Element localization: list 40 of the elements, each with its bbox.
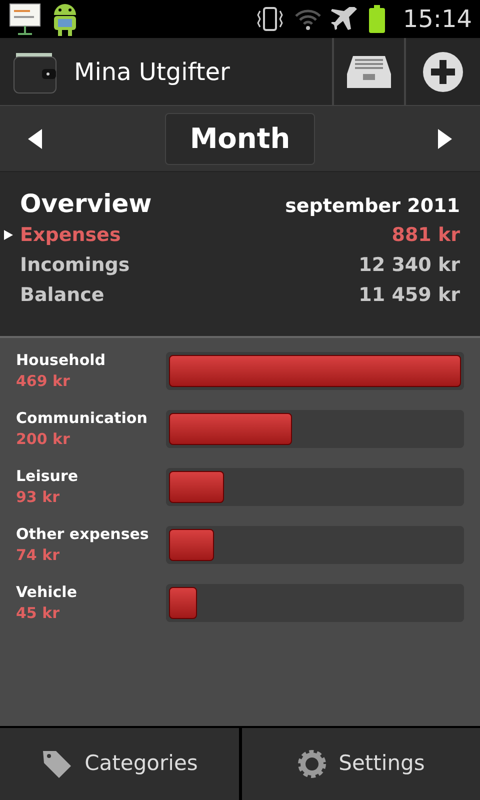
app-title: Mina Utgifter [74,56,230,88]
category-amount: 469 kr [16,371,71,392]
settings-button[interactable]: Settings [242,728,480,800]
next-button[interactable] [436,128,452,148]
inbox-tray-icon [345,54,393,90]
category-name: Other expenses [16,524,150,544]
settings-icon [296,749,327,779]
wifi-icon [292,7,323,31]
category-name: Communication [16,408,148,428]
overview-period: september 2011 [285,194,460,218]
vibrate-icon [254,7,285,31]
plus-icon [422,50,464,92]
row-label: Incomings [20,252,130,278]
category-name: Leisure [16,466,80,486]
row-amount: 881 kr [392,222,460,248]
row-label: Expenses [20,222,121,248]
battery-icon [366,5,387,33]
category-amount: 45 kr [16,603,60,624]
category-amount: 200 kr [16,429,71,450]
category-name: Vehicle [16,582,78,602]
tag-icon [40,749,73,779]
period-label: Month [165,112,315,164]
row-label: Balance [20,282,104,308]
overview-row[interactable]: Expenses 881 kr [20,220,460,250]
overview-title: Overview [20,188,152,220]
row-amount: 11 459 kr [358,282,460,308]
category-name: Household [16,350,107,370]
previous-button[interactable] [28,128,44,148]
overview-row[interactable]: Incomings 12 340 kr [20,250,460,280]
selection-arrow-icon [4,230,13,240]
category-amount: 74 kr [16,545,60,566]
left-arrow-icon [28,128,44,148]
airplane-icon [330,7,359,31]
category-amount: 93 kr [16,487,60,508]
presentation-icon [8,2,42,36]
right-arrow-icon [436,128,452,148]
row-amount: 12 340 kr [358,252,460,278]
overview-row[interactable]: Balance 11 459 kr [20,280,460,310]
categories-button[interactable]: Categories [0,728,238,800]
clock: 15:14 [402,4,472,35]
